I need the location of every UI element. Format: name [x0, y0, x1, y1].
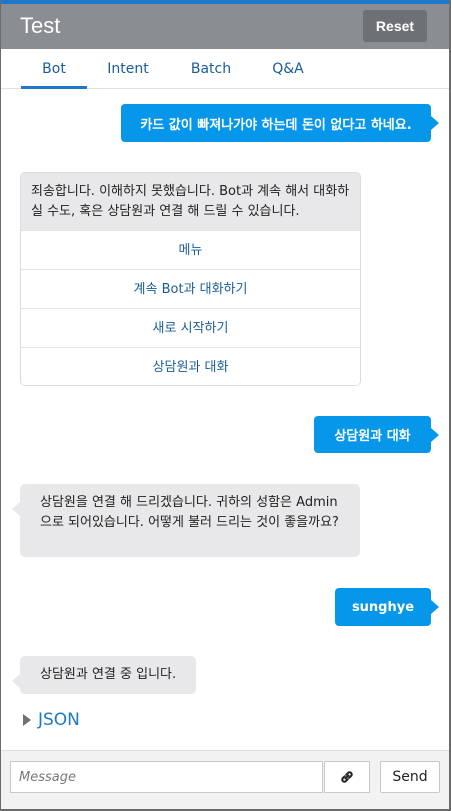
- user-message: sunghye: [335, 588, 439, 626]
- bot-message-card: 죄송합니다. 이해하지 못했습니다. Bot과 계속 해서 대화하실 수도, 혹…: [20, 172, 361, 386]
- user-message: 카드 값이 빠져나가야 하는데 돈이 없다고 하네요.: [121, 104, 439, 142]
- json-toggle[interactable]: JSON: [23, 710, 80, 730]
- link-icon: [341, 771, 353, 783]
- header-bar: Test Reset: [1, 0, 449, 49]
- tab-intent[interactable]: Intent: [98, 49, 158, 89]
- json-toggle-label: JSON: [38, 710, 80, 730]
- quick-reply-menu[interactable]: 메뉴: [21, 230, 360, 269]
- quick-reply-continue-bot[interactable]: 계속 Bot과 대화하기: [21, 269, 360, 308]
- attach-link-button[interactable]: [324, 761, 370, 793]
- panel-title: Test: [20, 13, 61, 38]
- reset-button[interactable]: Reset: [363, 10, 427, 42]
- caret-right-icon: [23, 714, 31, 726]
- send-button[interactable]: Send: [380, 761, 440, 793]
- bot-message: 상담원을 연결 해 드리겠습니다. 귀하의 성함은 Admin 으로 되어있습니…: [12, 484, 360, 557]
- tab-bot[interactable]: Bot: [21, 49, 87, 89]
- quick-reply-agent[interactable]: 상담원과 대화: [21, 347, 360, 385]
- chat-test-panel: Test Reset Bot Intent Batch Q&A 카드 값이 빠져…: [0, 0, 451, 811]
- bot-message-text: 죄송합니다. 이해하지 못했습니다. Bot과 계속 해서 대화하실 수도, 혹…: [21, 173, 360, 230]
- user-message: 상담원과 대화: [314, 416, 439, 453]
- tab-bar: Bot Intent Batch Q&A: [1, 49, 449, 89]
- message-input[interactable]: [10, 761, 323, 793]
- bot-message: 상담원과 연결 중 입니다.: [12, 656, 196, 694]
- quick-reply-restart[interactable]: 새로 시작하기: [21, 308, 360, 347]
- composer-bar: Send: [1, 750, 449, 809]
- tab-batch[interactable]: Batch: [181, 49, 241, 89]
- tab-qna[interactable]: Q&A: [264, 49, 312, 89]
